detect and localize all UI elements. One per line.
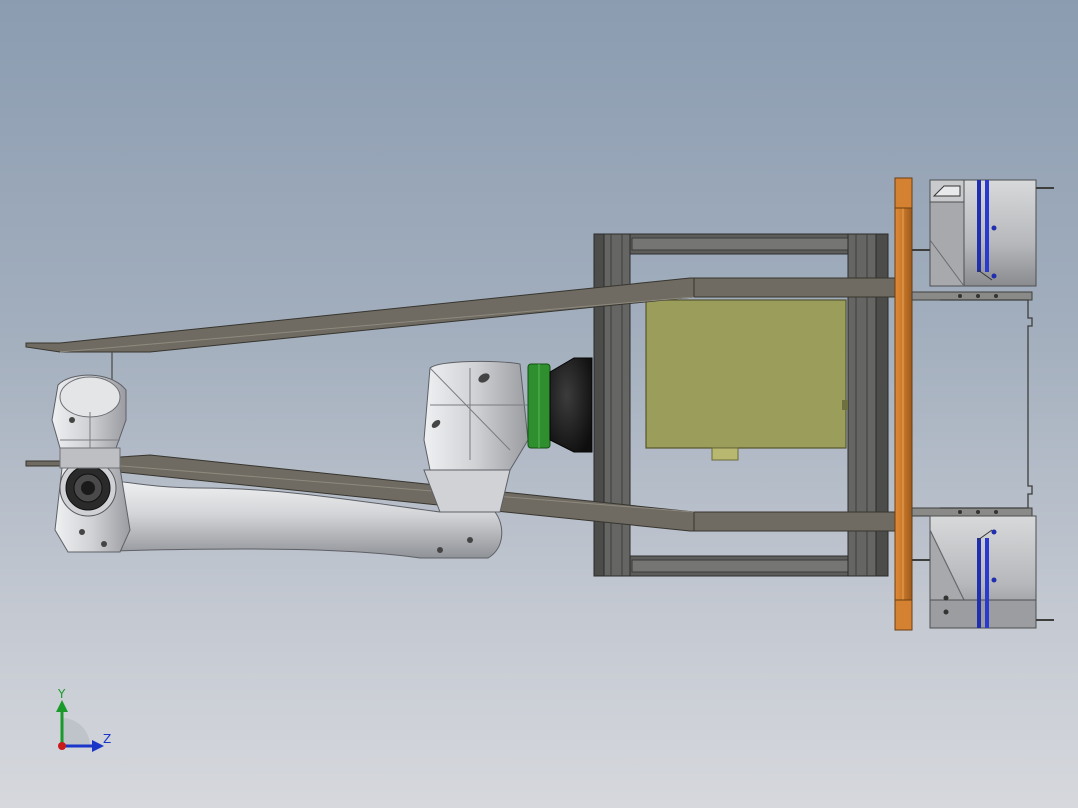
mounting-plate [894, 177, 913, 631]
bottom-gripper-module [912, 515, 1054, 629]
z-axis-label: Z [103, 732, 111, 746]
y-axis-label: Y [57, 687, 66, 701]
triad-arc [62, 718, 90, 746]
cad-viewport[interactable]: Y Z [0, 0, 1078, 808]
right-bracket-frame [911, 291, 1033, 517]
controller-box [645, 299, 848, 461]
top-gripper-module [912, 179, 1054, 287]
x-axis-point [58, 742, 66, 750]
cad-model-scene[interactable]: Y Z [0, 0, 1078, 808]
axis-triad[interactable]: Y Z [56, 687, 111, 752]
y-axis-arrow [56, 700, 68, 712]
